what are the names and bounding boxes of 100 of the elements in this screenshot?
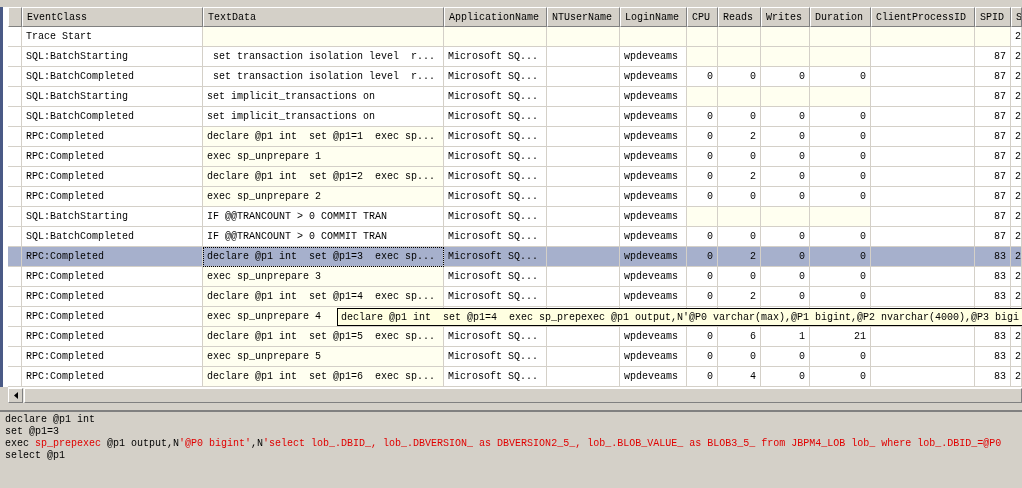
table-cell: 2	[1011, 107, 1022, 127]
row-selector[interactable]	[8, 287, 22, 307]
table-row[interactable]: RPC:Completed declare @p1 int set @p1=1 exec sp... Microsoft SQ... wpdeveams 0 2 0 0 87 2	[8, 127, 1022, 147]
selected-row[interactable]: RPC:Completed declare @p1 int set @p1=3 exec sp... Microsoft SQ... wpdeveams 0 2 0 0 83 2	[8, 247, 1022, 267]
column-header[interactable]: LoginName	[620, 7, 687, 27]
scroll-left-button[interactable]	[8, 388, 23, 403]
table-cell: 0	[810, 247, 871, 267]
row-selector[interactable]	[8, 347, 22, 367]
table-row[interactable]: RPC:Completed declare @p1 int set @p1=4 exec sp... Microsoft SQ... wpdeveams 0 2 0 0 83 2	[8, 287, 1022, 307]
column-header[interactable]: SPID	[975, 7, 1011, 27]
table-cell: 0	[810, 147, 871, 167]
column-header[interactable]: S	[1011, 7, 1022, 27]
table-cell: 0	[718, 147, 761, 167]
column-header[interactable]: ClientProcessID	[871, 7, 975, 27]
table-cell: Microsoft SQ...	[444, 347, 547, 367]
row-selector[interactable]	[8, 27, 22, 47]
left-arrow-icon	[13, 392, 18, 399]
table-cell: 2	[1011, 27, 1022, 47]
table-cell: 0	[761, 107, 810, 127]
table-cell: wpdeveams	[620, 67, 687, 87]
table-row[interactable]: Trace Start 2	[8, 27, 1022, 47]
tooltip: declare @p1 int set @p1=4 exec sp_prepexec @p1 output,N'@P0 varchar(max),@P1 bigint,@P2 nvarchar(4000),@P3 bigi	[337, 308, 1022, 326]
row-selector[interactable]	[8, 187, 22, 207]
table-row[interactable]: RPC:Completed exec sp_unprepare 2 Microsoft SQ... wpdeveams 0 0 0 0 87 2	[8, 187, 1022, 207]
table-cell: 2	[718, 247, 761, 267]
table-row[interactable]: SQL:BatchStarting set implicit_transactions on Microsoft SQ... wpdeveams 87 2	[8, 87, 1022, 107]
table-cell: SQL:BatchStarting	[22, 207, 203, 227]
table-cell: 0	[761, 287, 810, 307]
table-cell: 87	[975, 127, 1011, 147]
table-cell: 0	[761, 347, 810, 367]
table-row[interactable]: SQL:BatchStarting set transaction isolation level r... Microsoft SQ... wpdeveams 87 2	[8, 47, 1022, 67]
row-selector[interactable]	[8, 207, 22, 227]
column-header[interactable]: ApplicationName	[444, 7, 547, 27]
table-cell: 83	[975, 267, 1011, 287]
table-cell: Microsoft SQ...	[444, 247, 547, 267]
table-row[interactable]: RPC:Completed exec sp_unprepare 1 Microsoft SQ... wpdeveams 0 0 0 0 87 2	[8, 147, 1022, 167]
row-selector[interactable]	[8, 67, 22, 87]
table-cell: wpdeveams	[620, 147, 687, 167]
row-selector[interactable]	[8, 87, 22, 107]
row-selector[interactable]	[8, 327, 22, 347]
table-cell: 0	[687, 327, 718, 347]
table-cell: RPC:Completed	[22, 147, 203, 167]
column-header[interactable]: EventClass	[22, 7, 203, 27]
table-cell: RPC:Completed	[22, 307, 203, 327]
table-cell: 2	[1011, 87, 1022, 107]
column-header[interactable]: Duration	[810, 7, 871, 27]
table-cell: 0	[687, 287, 718, 307]
table-cell: wpdeveams	[620, 247, 687, 267]
column-header[interactable]: Reads	[718, 7, 761, 27]
table-cell: wpdeveams	[620, 107, 687, 127]
row-selector[interactable]	[8, 247, 22, 267]
table-cell: 0	[687, 247, 718, 267]
table-cell: 2	[718, 167, 761, 187]
table-row[interactable]: SQL:BatchStarting IF @@TRANCOUNT > 0 COMMIT TRAN Microsoft SQ... wpdeveams 87 2	[8, 207, 1022, 227]
table-cell: 21	[810, 327, 871, 347]
row-selector[interactable]	[8, 267, 22, 287]
table-cell: 1	[761, 327, 810, 347]
table-cell: Microsoft SQ...	[444, 107, 547, 127]
column-header[interactable]: Writes	[761, 7, 810, 27]
table-cell: exec sp_unprepare 1	[203, 147, 444, 167]
table-cell: 2	[1011, 147, 1022, 167]
table-cell: SQL:BatchCompleted	[22, 107, 203, 127]
table-cell: 2	[1011, 187, 1022, 207]
column-header[interactable]: NTUserName	[547, 7, 620, 27]
table-cell: wpdeveams	[620, 127, 687, 147]
table-cell: 87	[975, 87, 1011, 107]
table-row[interactable]: RPC:Completed exec sp_unprepare 5 Microsoft SQ... wpdeveams 0 0 0 0 83 2	[8, 347, 1022, 367]
table-cell: 83	[975, 327, 1011, 347]
table-cell: exec sp_unprepare 5	[203, 347, 444, 367]
table-cell: wpdeveams	[620, 287, 687, 307]
table-row[interactable]: RPC:Completed declare @p1 int set @p1=5 exec sp... Microsoft SQ... wpdeveams 0 6 1 21 83 2	[8, 327, 1022, 347]
row-selector[interactable]	[8, 307, 22, 327]
table-row[interactable]: RPC:Completed declare @p1 int set @p1=2 exec sp... Microsoft SQ... wpdeveams 0 2 0 0 87 2	[8, 167, 1022, 187]
table-cell: declare @p1 int set @p1=5 exec sp...	[203, 327, 444, 347]
column-header[interactable]: TextData	[203, 7, 444, 27]
table-cell: set implicit_transactions on	[203, 87, 444, 107]
table-cell: RPC:Completed	[22, 127, 203, 147]
table-cell: wpdeveams	[620, 267, 687, 287]
table-cell: Microsoft SQ...	[444, 287, 547, 307]
table-cell: RPC:Completed	[22, 267, 203, 287]
table-cell: 2	[1011, 67, 1022, 87]
row-selector[interactable]	[8, 147, 22, 167]
table-cell: wpdeveams	[620, 187, 687, 207]
table-cell: 87	[975, 147, 1011, 167]
table-cell: 2	[718, 287, 761, 307]
table-cell: declare @p1 int set @p1=6 exec sp...	[203, 367, 444, 387]
table-cell: 0	[718, 347, 761, 367]
row-selector[interactable]	[8, 107, 22, 127]
table-cell: 0	[810, 107, 871, 127]
table-cell: 0	[761, 167, 810, 187]
table-cell: SQL:BatchStarting	[22, 47, 203, 67]
table-cell: Microsoft SQ...	[444, 147, 547, 167]
table-cell: set transaction isolation level r...	[203, 47, 444, 67]
row-selector[interactable]	[8, 47, 22, 67]
table-row[interactable]: RPC:Completed exec sp_unprepare 3 Microsoft SQ... wpdeveams 0 0 0 0 83 2	[8, 267, 1022, 287]
column-header[interactable]: CPU	[687, 7, 718, 27]
sql-line: exec sp_prepexec @p1 output,N'@P0 bigint',N'select lob_.DBID_, lob_.DBVERSION_ as DBVERSION2_5_, lob_.BLOB_VALUE_ as BLOB3_5_ from JBPM4_LOB lob_ where lob_.DBID_=@P0	[5, 438, 1003, 450]
row-selector[interactable]	[8, 167, 22, 187]
table-cell: RPC:Completed	[22, 287, 203, 307]
row-selector[interactable]	[8, 127, 22, 147]
